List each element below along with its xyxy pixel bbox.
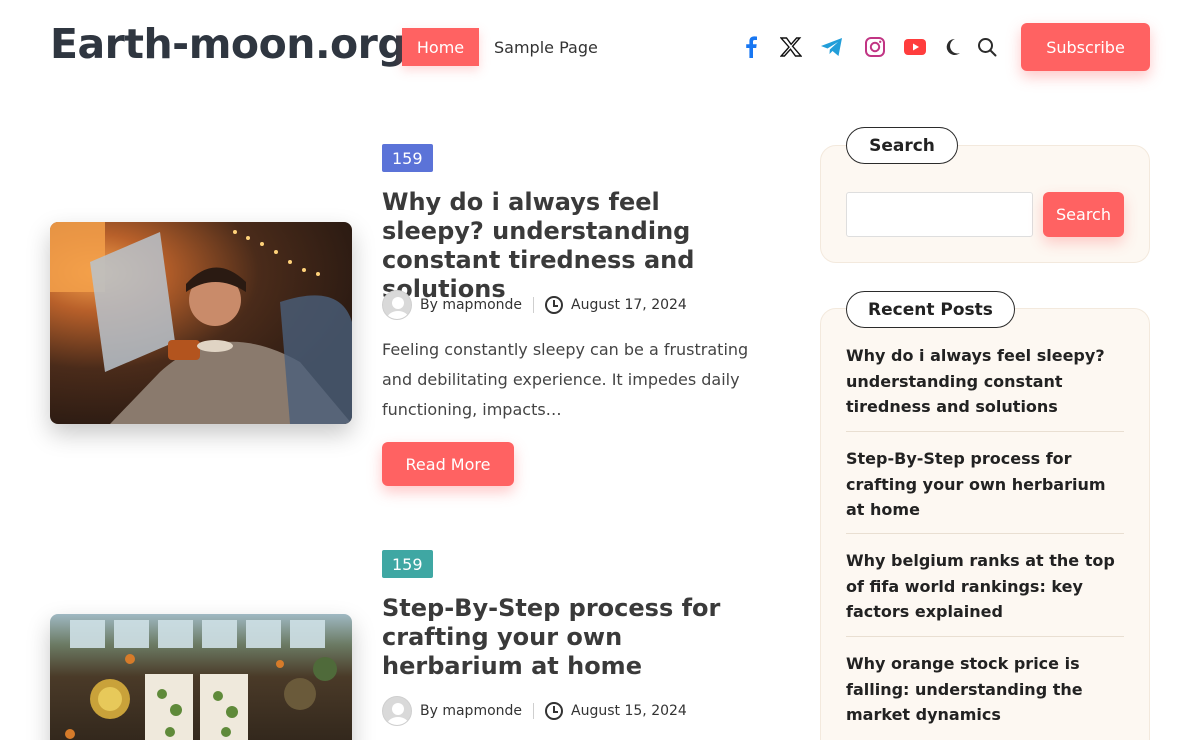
telegram-icon[interactable] [820,34,844,60]
post-author[interactable]: By mapmonde [420,297,522,313]
search-icon[interactable] [975,34,999,60]
post-meta: By mapmonde August 15, 2024 [382,696,687,726]
facebook-icon[interactable] [739,34,763,60]
post-title[interactable]: Why do i always feel sleepy? understandi… [382,188,762,304]
post-thumbnail-sleepy[interactable] [50,222,352,424]
site-logo[interactable]: Earth-moon.org [50,20,407,68]
divider [846,431,1124,432]
recent-post-link[interactable]: Why belgium ranks at the top of fifa wor… [846,548,1124,625]
recent-posts-title: Recent Posts [846,291,1015,328]
post-thumbnail-herbarium[interactable] [50,614,352,740]
x-icon[interactable] [779,34,803,60]
subscribe-button[interactable]: Subscribe [1021,23,1150,71]
avatar [382,290,412,320]
post-author[interactable]: By mapmonde [420,703,522,719]
clock-icon [545,702,564,720]
divider [846,533,1124,534]
meta-divider [533,297,535,313]
nav-sample-page[interactable]: Sample Page [494,28,598,66]
post-date: August 15, 2024 [571,703,687,719]
search-widget-title: Search [846,127,958,164]
site-header: Earth-moon.org Home Sample Page Subscrib… [0,0,1200,95]
clock-icon [545,296,564,314]
post-category-badge[interactable]: 159 [382,550,433,578]
read-more-button[interactable]: Read More [382,442,514,486]
post-title[interactable]: Step-By-Step process for crafting your o… [382,594,762,681]
divider [846,636,1124,637]
meta-divider [533,703,535,719]
recent-post-link[interactable]: Why do i always feel sleepy? understandi… [846,343,1124,420]
post-category-badge[interactable]: 159 [382,144,433,172]
nav-home[interactable]: Home [402,28,479,66]
post-date: August 17, 2024 [571,297,687,313]
post-excerpt: Feeling constantly sleepy can be a frust… [382,340,749,419]
search-button[interactable]: Search [1043,192,1124,237]
post-meta: By mapmonde August 17, 2024 [382,290,687,320]
instagram-icon[interactable] [863,34,887,60]
avatar [382,696,412,726]
recent-post-link[interactable]: Why orange stock price is falling: under… [846,651,1124,728]
dark-mode-moon-icon[interactable] [940,34,964,60]
youtube-icon[interactable] [903,34,927,60]
recent-post-link[interactable]: Step-By-Step process for crafting your o… [846,446,1124,523]
search-input[interactable] [846,192,1033,237]
